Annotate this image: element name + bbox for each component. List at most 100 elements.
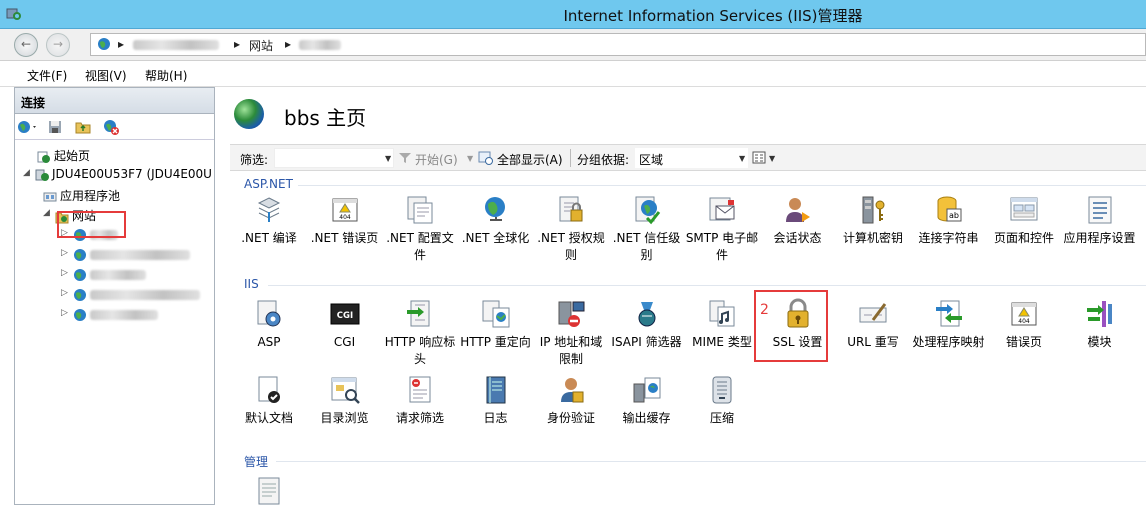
save-icon[interactable] bbox=[47, 119, 63, 135]
feature-url-rewrite[interactable]: URL 重写 bbox=[836, 298, 910, 351]
feature-cgi[interactable]: CGI CGI bbox=[308, 298, 382, 351]
feature-app-settings[interactable]: 应用程序设置 bbox=[1063, 194, 1137, 247]
collapse-arrow-icon[interactable]: ◢ bbox=[23, 168, 30, 178]
section-manage: 管理 bbox=[244, 455, 269, 469]
pages-controls-icon bbox=[1010, 197, 1038, 221]
feature-authentication[interactable]: 身份验证 bbox=[534, 374, 608, 427]
svg-text:404: 404 bbox=[339, 214, 351, 221]
chevron-right-icon: ▸ bbox=[234, 37, 241, 51]
menu-view[interactable]: 视图(V) bbox=[85, 67, 127, 84]
feature-label: .NET 全球化 bbox=[461, 231, 530, 245]
feature-smtp-email[interactable]: SMTP 电子邮件 bbox=[685, 194, 759, 264]
net-compilation-icon bbox=[257, 197, 281, 222]
feature-handler-mappings[interactable]: 处理程序映射 bbox=[912, 298, 986, 351]
section-iis: IIS bbox=[244, 277, 259, 291]
feature-output-caching[interactable]: 输出缓存 bbox=[610, 374, 684, 427]
disconnect-icon[interactable] bbox=[103, 119, 119, 135]
feature-net-profile[interactable]: .NET 配置文件 bbox=[383, 194, 457, 264]
view-mode-icon[interactable] bbox=[752, 151, 768, 165]
feature-error-pages[interactable]: 404 错误页 bbox=[987, 298, 1061, 351]
server-icon bbox=[35, 169, 49, 181]
feature-request-filtering[interactable]: 请求筛选 bbox=[383, 374, 457, 427]
toolbar-divider bbox=[570, 149, 571, 167]
server-crumb[interactable] bbox=[133, 37, 219, 51]
feature-label: 连接字符串 bbox=[918, 231, 979, 245]
feature-label: .NET 信任级别 bbox=[612, 231, 681, 262]
tree-site[interactable]: ▷ bbox=[61, 267, 146, 282]
sites-crumb[interactable]: 网站 bbox=[249, 37, 273, 54]
tree-server[interactable]: ◢ JDU4E00U53F7 (JDU4E00U bbox=[23, 167, 212, 182]
feature-http-response-headers[interactable]: HTTP 响应标头 bbox=[383, 298, 457, 368]
cgi-icon: CGI bbox=[330, 303, 359, 325]
tree-site[interactable]: ▷ bbox=[61, 247, 190, 262]
feature-label: MIME 类型 bbox=[692, 335, 752, 349]
expand-arrow-icon[interactable]: ▷ bbox=[61, 248, 68, 258]
tree-start-page[interactable]: 起始页 bbox=[37, 147, 90, 164]
modules-icon bbox=[1086, 301, 1112, 327]
site-name-redacted bbox=[90, 289, 200, 300]
feature-session-state[interactable]: 会话状态 bbox=[761, 194, 835, 247]
feature-label: 目录浏览 bbox=[320, 411, 369, 425]
feature-label: URL 重写 bbox=[847, 335, 899, 349]
feature-http-redirect[interactable]: HTTP 重定向 bbox=[459, 298, 533, 351]
tree-site[interactable]: ▷ bbox=[61, 307, 158, 322]
feature-isapi-filters[interactable]: ISAPI 筛选器 bbox=[610, 298, 684, 351]
tree-app-pools[interactable]: 应用程序池 bbox=[43, 187, 120, 204]
menu-file[interactable]: 文件(F) bbox=[27, 67, 67, 84]
feature-net-trust-levels[interactable]: .NET 信任级别 bbox=[610, 194, 684, 264]
feature-connection-strings[interactable]: ab 连接字符串 bbox=[912, 194, 986, 247]
net-authorization-icon bbox=[559, 196, 583, 222]
address-bar[interactable]: ▸ ▸ 网站 ▸ bbox=[90, 33, 1146, 56]
filter-input[interactable] bbox=[274, 148, 394, 168]
feature-label: 计算机密钥 bbox=[842, 231, 903, 245]
collapse-arrow-icon[interactable]: ◢ bbox=[43, 208, 50, 218]
feature-net-globalization[interactable]: .NET 全球化 bbox=[459, 194, 533, 247]
feature-net-compilation[interactable]: .NET 编译 bbox=[232, 194, 306, 247]
feature-pages-controls[interactable]: 页面和控件 bbox=[987, 194, 1061, 247]
forward-button[interactable]: → bbox=[46, 33, 70, 57]
feature-configuration-editor[interactable] bbox=[232, 475, 306, 505]
feature-asp[interactable]: ASP bbox=[232, 298, 306, 351]
highlight-box-site bbox=[57, 211, 126, 238]
feature-mime-types[interactable]: MIME 类型 bbox=[685, 298, 759, 351]
show-all-button[interactable]: 全部显示(A) bbox=[497, 151, 563, 168]
feature-default-document[interactable]: 默认文档 bbox=[232, 374, 306, 427]
feature-label: 处理程序映射 bbox=[912, 335, 985, 349]
feature-label: 模块 bbox=[1087, 335, 1112, 349]
feature-label: 压缩 bbox=[709, 411, 734, 425]
feature-net-authorization[interactable]: .NET 授权规则 bbox=[534, 194, 608, 264]
connect-globe-icon[interactable] bbox=[17, 119, 39, 135]
menu-help[interactable]: 帮助(H) bbox=[145, 67, 187, 84]
feature-label: 日志 bbox=[483, 411, 508, 425]
tree-site[interactable]: ▷ bbox=[61, 287, 200, 302]
connections-toolbar bbox=[15, 114, 214, 140]
feature-modules[interactable]: 模块 bbox=[1063, 298, 1137, 351]
feature-net-error-pages[interactable]: 404 .NET 错误页 bbox=[308, 194, 382, 247]
site-name-redacted bbox=[90, 309, 158, 320]
feature-label: 应用程序设置 bbox=[1063, 231, 1136, 245]
expand-arrow-icon[interactable]: ▷ bbox=[61, 308, 68, 318]
show-all-icon bbox=[478, 151, 493, 165]
group-by-select[interactable]: 区域 ▼ bbox=[635, 148, 748, 168]
feature-directory-browsing[interactable]: 目录浏览 bbox=[308, 374, 382, 427]
error-pages-icon: 404 bbox=[1011, 302, 1037, 326]
directory-browsing-icon bbox=[331, 377, 360, 404]
session-state-icon bbox=[785, 198, 810, 222]
up-folder-icon[interactable] bbox=[75, 119, 91, 135]
back-button[interactable]: ← bbox=[14, 33, 38, 57]
feature-label: IP 地址和域限制 bbox=[539, 335, 603, 366]
feature-ip-domain-restrictions[interactable]: IP 地址和域限制 bbox=[534, 298, 608, 368]
expand-arrow-icon[interactable]: ▷ bbox=[61, 288, 68, 298]
go-button[interactable]: 开始(G) bbox=[415, 151, 458, 168]
expand-arrow-icon[interactable]: ▷ bbox=[61, 268, 68, 278]
site-globe-icon bbox=[74, 308, 86, 321]
feature-label: SMTP 电子邮件 bbox=[685, 231, 759, 262]
dropdown-arrow-icon[interactable]: ▼ bbox=[769, 154, 775, 163]
dropdown-arrow-icon[interactable]: ▼ bbox=[467, 154, 473, 163]
feature-logging[interactable]: 日志 bbox=[459, 374, 533, 427]
feature-compression[interactable]: 压缩 bbox=[685, 374, 759, 427]
dropdown-arrow-icon[interactable]: ▼ bbox=[385, 154, 391, 163]
feature-label: .NET 授权规则 bbox=[537, 231, 605, 262]
site-crumb[interactable] bbox=[299, 37, 341, 51]
feature-machine-key[interactable]: 计算机密钥 bbox=[836, 194, 910, 247]
